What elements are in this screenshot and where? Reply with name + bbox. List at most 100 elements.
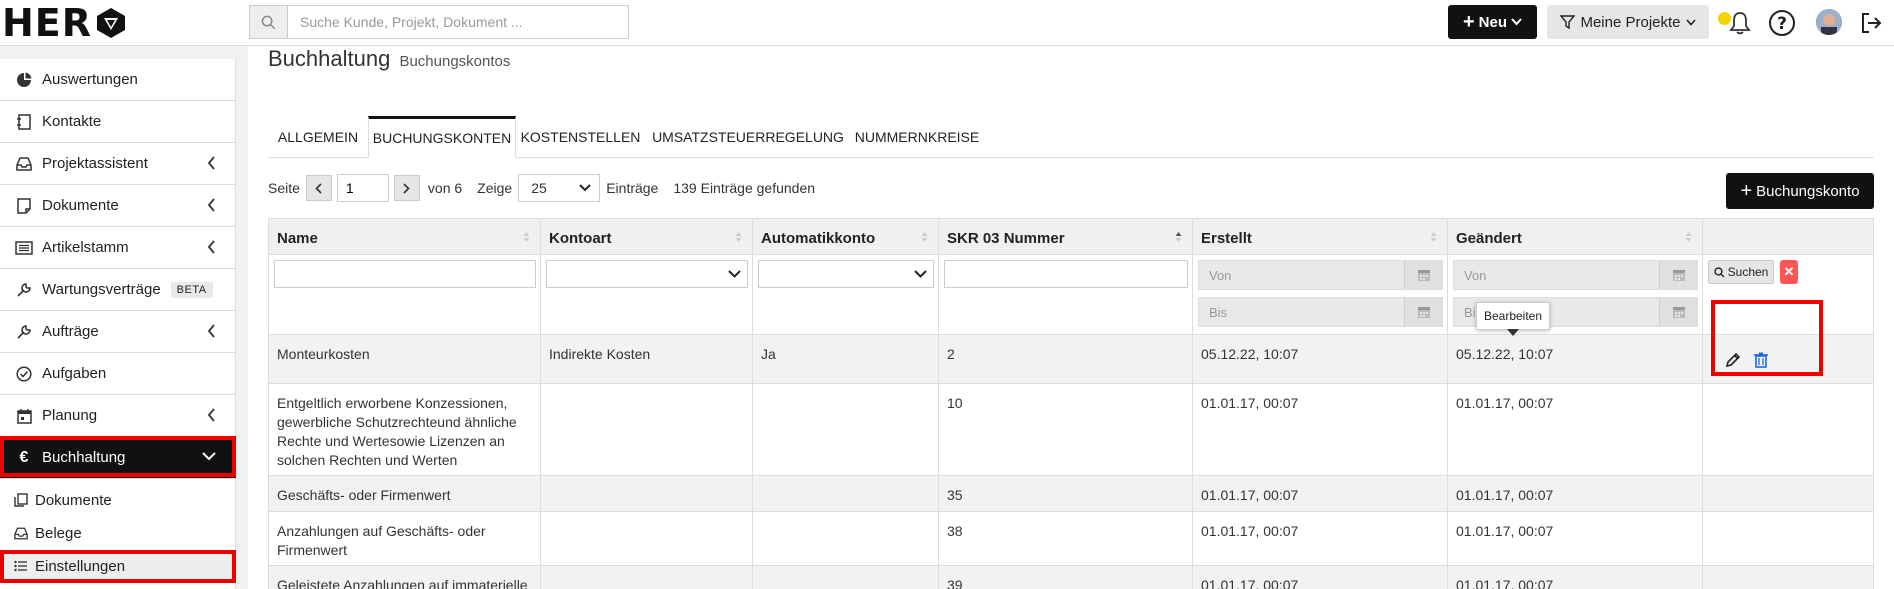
sidebar-item-wartungsvertraege[interactable]: Wartungsverträge BETA — [0, 269, 236, 311]
filter-cell-automatikkonto — [753, 255, 939, 334]
sort-icon — [523, 232, 530, 242]
filter-cell-name — [269, 255, 541, 334]
sidebar-item-artikelstamm[interactable]: Artikelstamm — [0, 227, 236, 269]
cell-name: Geschäfts- oder Firmenwert — [269, 476, 541, 511]
cell-automatikkonto — [753, 512, 939, 565]
filter-kontoart-select[interactable] — [546, 260, 748, 288]
search-input[interactable] — [288, 6, 628, 38]
new-button[interactable]: + Neu — [1448, 5, 1537, 39]
pie-chart-icon — [14, 72, 34, 88]
sidebar-item-dokumente[interactable]: Dokumente — [0, 185, 236, 227]
filter-name-input[interactable] — [274, 260, 536, 288]
cell-automatikkonto — [753, 384, 939, 475]
cell-nummer: 35 — [939, 476, 1193, 511]
cell-erstellt: 01.01.17, 00:07 — [1193, 384, 1448, 475]
document-icon — [14, 197, 34, 214]
cell-name: Geleistete Anzahlungen auf immaterielle — [269, 566, 541, 589]
add-buchungskonto-button[interactable]: + Buchungskonto — [1726, 173, 1874, 209]
bell-icon[interactable] — [1726, 9, 1754, 37]
filter-nummer-input[interactable] — [944, 260, 1188, 288]
filter-clear-button[interactable]: ✕ — [1780, 260, 1798, 284]
sidebar-item-aufgaben[interactable]: Aufgaben — [0, 353, 236, 395]
list-icon — [14, 240, 34, 255]
tab-nummernkreise[interactable]: NUMMERNKREISE — [853, 116, 981, 158]
filter-geaendert-von[interactable]: Von — [1453, 260, 1698, 290]
close-icon: ✕ — [1783, 264, 1795, 279]
table-row[interactable]: Entgeltlich erworbene Konzessionen, gewe… — [268, 384, 1874, 476]
chevron-left-icon — [207, 240, 215, 254]
table-row[interactable]: Geleistete Anzahlungen auf immaterielle … — [268, 566, 1874, 589]
edit-tooltip: Bearbeiten — [1476, 302, 1550, 336]
cell-nummer: 38 — [939, 512, 1193, 565]
logo[interactable]: HER — [2, 3, 128, 43]
column-header-kontoart[interactable]: Kontoart — [541, 219, 753, 255]
sidebar-subitem-dokumente[interactable]: Dokumente — [0, 484, 236, 516]
cell-erstellt: 01.01.17, 00:07 — [1193, 476, 1448, 511]
calendar-icon[interactable] — [1404, 261, 1442, 289]
calendar-icon[interactable] — [1659, 298, 1697, 326]
tab-umsatzsteuerregelung[interactable]: UMSATZSTEUERREGELUNG — [648, 116, 848, 158]
help-icon[interactable]: ? — [1768, 9, 1796, 37]
cell-nummer: 2 — [939, 335, 1193, 383]
chevron-right-icon — [403, 182, 411, 194]
logo-mark-icon — [97, 7, 126, 38]
tab-kostenstellen[interactable]: KOSTENSTELLEN — [518, 116, 643, 158]
address-book-icon — [14, 113, 34, 130]
svg-text:?: ? — [1777, 14, 1787, 34]
avatar[interactable] — [1816, 9, 1842, 35]
calendar-icon[interactable] — [1659, 261, 1697, 289]
sidebar-subitem-belege[interactable]: Belege — [0, 517, 236, 549]
per-page-select[interactable]: 25 — [518, 174, 601, 202]
my-projects-button[interactable]: Meine Projekte — [1547, 5, 1709, 39]
main-content: Buchhaltung Buchungskontos ALLGEMEIN BUC… — [248, 46, 1894, 589]
beta-badge: BETA — [170, 281, 213, 298]
tab-buchungskonten[interactable]: BUCHUNGSKONTEN — [368, 116, 516, 158]
table-row[interactable]: Monteurkosten Indirekte Kosten Ja 2 05.1… — [268, 335, 1874, 384]
prev-page-button[interactable] — [305, 175, 332, 201]
column-header-erstellt[interactable]: Erstellt — [1193, 219, 1448, 255]
sidebar-item-kontakte[interactable]: Kontakte — [0, 101, 236, 143]
cell-kontoart — [541, 566, 753, 589]
cell-name: Anzahlungen auf Geschäfts- oder Firmenwe… — [269, 512, 541, 565]
cell-geaendert: 01.01.17, 00:07 — [1448, 476, 1703, 511]
table-row[interactable]: Anzahlungen auf Geschäfts- oder Firmenwe… — [268, 512, 1874, 566]
page-number-input[interactable] — [336, 174, 389, 202]
cell-actions — [1703, 384, 1873, 475]
cell-geaendert: 01.01.17, 00:07 — [1448, 384, 1703, 475]
chevron-down-icon — [1511, 18, 1522, 26]
sidebar-item-planung[interactable]: Planung — [0, 395, 236, 437]
cell-kontoart — [541, 512, 753, 565]
notification-dot — [1718, 12, 1731, 25]
tab-allgemein[interactable]: ALLGEMEIN — [268, 116, 368, 158]
sidebar-item-auftraege[interactable]: Aufträge — [0, 311, 236, 353]
sidebar-item-projektassistent[interactable]: Projektassistent — [0, 143, 236, 185]
copy-icon — [14, 493, 30, 507]
column-header-name[interactable]: Name — [269, 219, 541, 255]
sidebar: Auswertungen Kontakte Projektassistent D… — [0, 59, 236, 589]
chevron-down-icon — [1685, 18, 1696, 26]
global-search — [249, 5, 629, 39]
highlight-box-row-actions — [1711, 300, 1823, 376]
column-header-geaendert[interactable]: Geändert — [1448, 219, 1703, 255]
cell-actions — [1703, 566, 1873, 589]
filter-automatikkonto-select[interactable] — [758, 260, 934, 288]
filter-erstellt-von[interactable]: Von — [1198, 260, 1443, 290]
filter-search-button[interactable]: Suchen — [1708, 260, 1774, 284]
column-header-skr03-nummer[interactable]: SKR 03 Nummer — [939, 219, 1193, 255]
calendar-icon[interactable] — [1404, 298, 1442, 326]
table-row[interactable]: Geschäfts- oder Firmenwert 35 01.01.17, … — [268, 476, 1874, 512]
next-page-button[interactable] — [393, 175, 420, 201]
logout-icon[interactable] — [1857, 9, 1885, 37]
filter-erstellt-bis[interactable]: Bis — [1198, 297, 1443, 327]
sidebar-item-auswertungen[interactable]: Auswertungen — [0, 59, 236, 101]
chevron-left-icon — [207, 156, 215, 170]
search-icon[interactable] — [250, 6, 288, 38]
sort-icon — [1685, 232, 1692, 242]
top-bar: HER + Neu Meine Projekte ? — [0, 0, 1894, 46]
tab-bar: ALLGEMEIN BUCHUNGSKONTEN KOSTENSTELLEN U… — [268, 116, 1874, 158]
cell-geaendert: 05.12.22, 10:07 — [1448, 335, 1703, 383]
inbox-icon — [14, 156, 34, 171]
cell-nummer: 10 — [939, 384, 1193, 475]
column-header-automatikkonto[interactable]: Automatikkonto — [753, 219, 939, 255]
chevron-down-icon — [579, 184, 591, 192]
